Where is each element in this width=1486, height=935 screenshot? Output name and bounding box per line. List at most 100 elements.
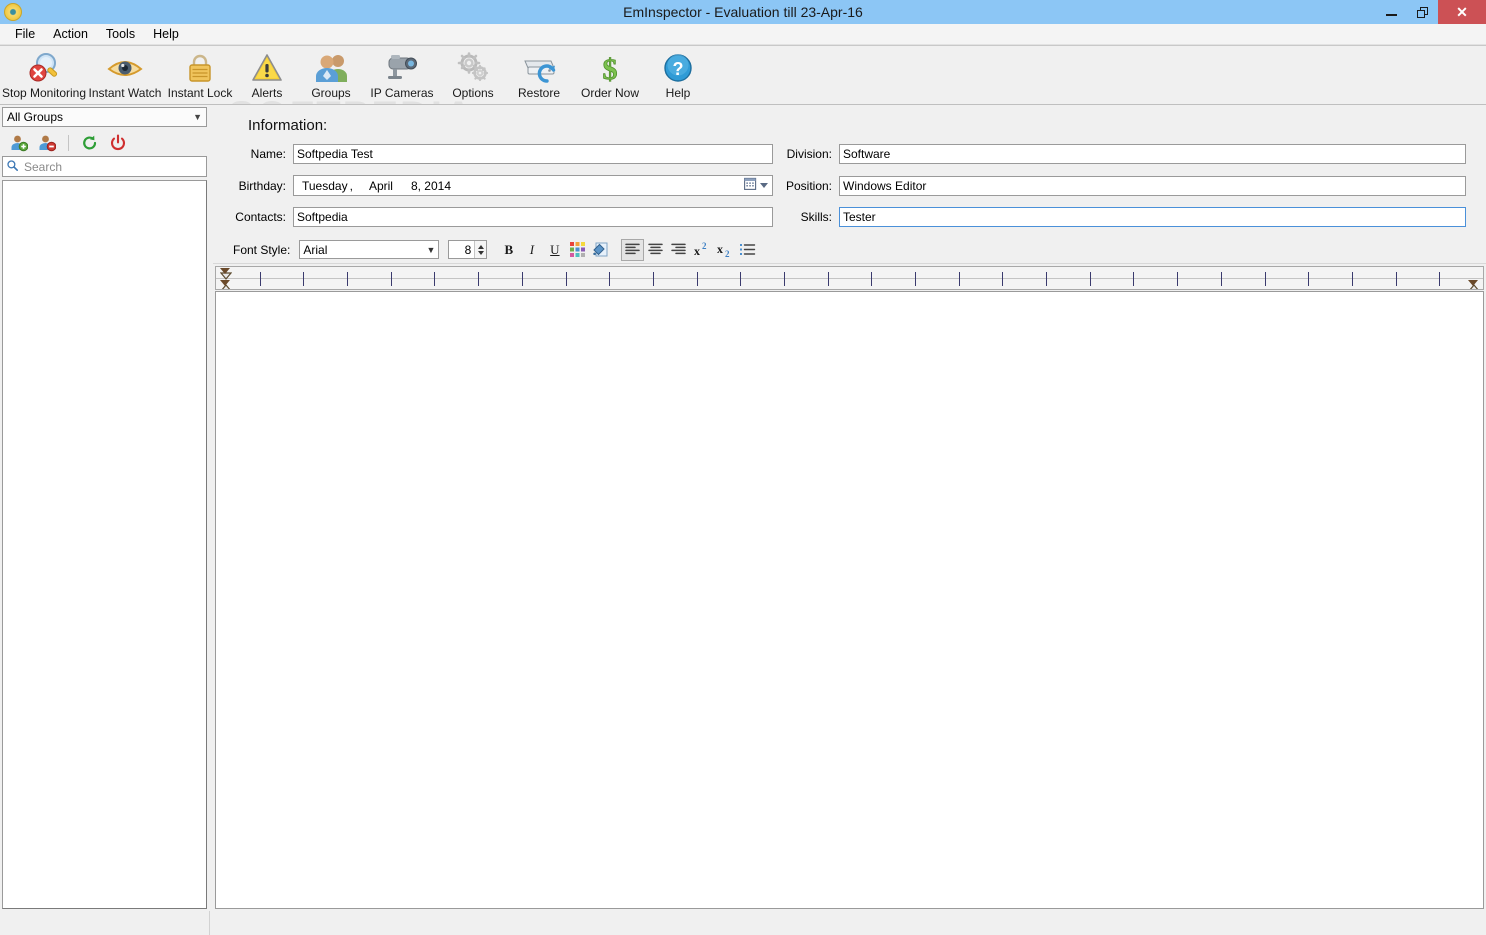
toolbar-button-order-now[interactable]: $ Order Now (572, 46, 648, 100)
spinner-down-icon[interactable] (477, 250, 484, 255)
ruler-tick (391, 272, 392, 286)
search-input[interactable] (22, 158, 202, 175)
name-field[interactable]: Softpedia Test (293, 144, 773, 164)
main-panel: Information: Name: Softpedia Test Divisi… (213, 105, 1486, 911)
ruler-tick (1439, 272, 1440, 286)
position-field[interactable]: Windows Editor (839, 175, 1466, 196)
name-label: Name: (250, 147, 286, 161)
ruler-tick (784, 272, 785, 286)
align-left-button[interactable] (621, 238, 645, 261)
ruler-tick (915, 272, 916, 286)
svg-text:2: 2 (725, 249, 730, 257)
toolbar-label: IP Cameras (370, 86, 434, 100)
font-size-stepper[interactable]: 8 (448, 240, 488, 259)
align-right-button[interactable] (667, 239, 690, 261)
restore-icon (1417, 6, 1428, 18)
status-divider (209, 911, 210, 935)
toolbar-button-ip-cameras[interactable]: IP Cameras (364, 46, 440, 100)
division-field[interactable]: Software (839, 144, 1466, 164)
menu-item-help[interactable]: Help (144, 25, 188, 43)
spinner-up-icon[interactable] (477, 244, 484, 249)
eye-icon (107, 51, 143, 85)
toolbar-button-stop-monitoring[interactable]: Stop Monitoring (2, 46, 86, 100)
formatting-toolbar: Font Style: Arial ▼ 8 B I U x 2 x 2 (213, 236, 1486, 264)
bullet-list-button[interactable] (736, 239, 759, 261)
ruler-tick (566, 272, 567, 286)
ruler-tick (1396, 272, 1397, 286)
rich-text-editor[interactable] (215, 291, 1484, 909)
eye-app-icon (4, 3, 22, 21)
add-user-icon[interactable] (10, 134, 29, 152)
birthday-field[interactable]: Tuesday , April 8, 2014 (293, 175, 773, 196)
superscript-button[interactable]: x 2 (690, 239, 713, 261)
birthday-day-year[interactable]: 8, 2014 (395, 179, 453, 193)
svg-text:2: 2 (702, 242, 707, 251)
power-icon[interactable] (109, 134, 127, 152)
editor-ruler[interactable] (215, 266, 1484, 290)
toolbar-label: Help (665, 86, 691, 100)
right-indent-marker[interactable] (1468, 280, 1479, 289)
font-size-arrows[interactable] (474, 241, 487, 258)
ruler-tick (522, 272, 523, 286)
svg-text:x: x (694, 244, 700, 257)
toolbar-button-alerts[interactable]: Alerts (236, 46, 298, 100)
restore-button[interactable] (1407, 0, 1438, 24)
status-bar (0, 911, 1486, 935)
ruler-tick (478, 272, 479, 286)
underline-button[interactable]: U (543, 239, 566, 261)
toolbar-label: Restore (517, 86, 561, 100)
italic-button[interactable]: I (520, 239, 543, 261)
font-family-dropdown[interactable]: Arial ▼ (299, 240, 440, 259)
minimize-button[interactable] (1376, 0, 1407, 24)
toolbar-button-restore[interactable]: Restore (506, 46, 572, 100)
menu-item-file[interactable]: File (6, 25, 44, 43)
birthday-weekday[interactable]: Tuesday (302, 179, 350, 193)
window-title: EmInspector - Evaluation till 23-Apr-16 (623, 4, 863, 20)
toolbar-label: Instant Watch (88, 86, 162, 100)
toolbar-button-help[interactable]: ? Help (648, 46, 708, 100)
close-button[interactable]: ✕ (1438, 0, 1486, 24)
font-size-value: 8 (464, 242, 472, 257)
highlight-color-button[interactable] (589, 239, 612, 261)
calendar-icon (744, 177, 758, 194)
font-color-button[interactable] (566, 239, 589, 261)
user-list[interactable] (2, 180, 207, 909)
cctv-camera-icon (383, 51, 421, 85)
toolbar-button-instant-lock[interactable]: Instant Lock (164, 46, 236, 100)
menu-bar: File Action Tools Help (0, 24, 1486, 45)
search-box[interactable] (2, 156, 207, 177)
warning-triangle-icon (251, 51, 283, 85)
skills-field[interactable]: Tester (839, 207, 1466, 227)
toolbar-label: Instant Lock (167, 86, 233, 100)
padlock-icon (186, 51, 214, 85)
first-line-indent-marker[interactable] (220, 280, 231, 289)
remove-user-icon[interactable] (38, 134, 57, 152)
birthday-picker-button[interactable] (744, 177, 770, 194)
bold-button[interactable]: B (497, 239, 520, 261)
group-filter-dropdown[interactable]: All Groups ▼ (2, 107, 207, 127)
toolbar-button-instant-watch[interactable]: Instant Watch (86, 46, 164, 100)
menu-item-tools[interactable]: Tools (97, 25, 144, 43)
minimize-icon (1386, 14, 1397, 16)
toolbar-button-options[interactable]: Options (440, 46, 506, 100)
birthday-label: Birthday: (238, 178, 286, 193)
ruler-tick (1177, 272, 1178, 286)
birthday-month[interactable]: April (355, 179, 395, 193)
ruler-tick (434, 272, 435, 286)
toolbar-button-groups[interactable]: Groups (298, 46, 364, 100)
menu-item-action[interactable]: Action (44, 25, 97, 43)
align-center-button[interactable] (644, 239, 667, 261)
contacts-field[interactable]: Softpedia (293, 207, 773, 227)
title-bar: EmInspector - Evaluation till 23-Apr-16 … (0, 0, 1486, 24)
main-toolbar: SOFTPEDIA® Stop Monitoring (0, 45, 1486, 105)
ruler-tick (1046, 272, 1047, 286)
subscript-button[interactable]: x 2 (713, 239, 736, 261)
ruler-tick (740, 272, 741, 286)
left-indent-marker[interactable] (219, 268, 233, 280)
skills-label: Skills: (800, 210, 832, 224)
refresh-icon[interactable] (81, 134, 99, 152)
contacts-label: Contacts: (235, 210, 286, 224)
sidebar-separator (68, 135, 69, 151)
restore-drive-icon (521, 51, 557, 85)
window-controls: ✕ (1376, 0, 1486, 24)
